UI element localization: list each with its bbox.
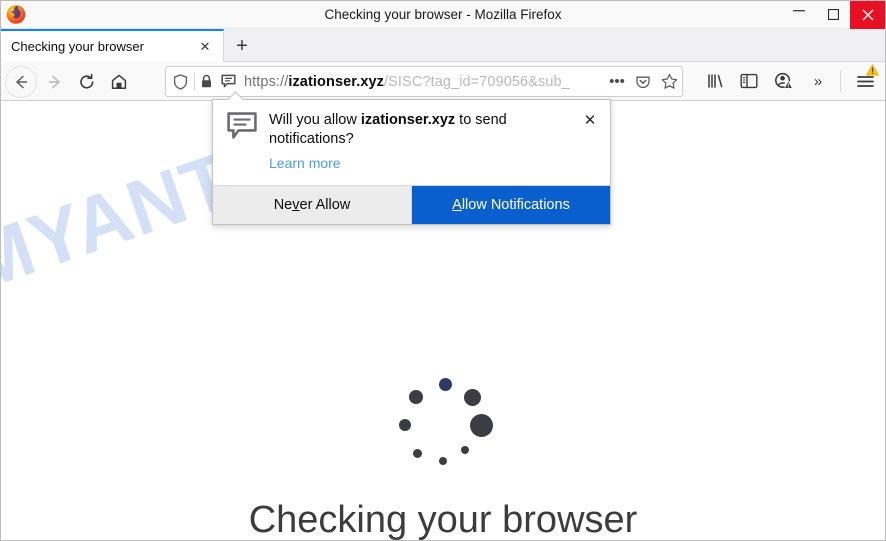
home-button[interactable] — [106, 69, 132, 95]
back-button[interactable] — [8, 69, 34, 95]
spinner-dot-7 — [409, 390, 423, 404]
popup-action-buttons: Ne v er Allow Allow Notifications — [213, 185, 610, 224]
shield-icon[interactable] — [166, 67, 194, 96]
url-domain: izationser.xyz — [288, 73, 385, 90]
popup-body: Will you allow izationser.xyz to send no… — [213, 100, 610, 185]
url-scheme: https:// — [244, 73, 289, 90]
never-allow-suffix: er Allow — [299, 197, 351, 213]
never-allow-prefix: Ne — [273, 197, 293, 213]
warning-triangle-icon — [865, 63, 880, 76]
tab-checking-your-browser[interactable]: Checking your browser ✕ — [0, 29, 224, 62]
account-warning-icon[interactable] — [770, 68, 796, 94]
tab-close-icon[interactable]: ✕ — [196, 38, 214, 56]
chat-bubble-icon — [227, 112, 257, 140]
overflow-menu-button[interactable]: » — [805, 68, 831, 94]
spinner-dot-6 — [399, 419, 411, 431]
library-icon[interactable] — [703, 68, 729, 94]
allow-notifications-button[interactable]: Allow Notifications — [412, 186, 610, 224]
spinner-dot-1 — [463, 388, 481, 406]
notification-permission-popup: Will you allow izationser.xyz to send no… — [212, 99, 611, 225]
sidebar-icon[interactable] — [736, 68, 762, 94]
question-prefix: Will you allow — [269, 112, 361, 128]
spinner-dot-3 — [461, 446, 469, 454]
reload-button[interactable] — [74, 69, 100, 95]
window-controls — [782, 0, 886, 29]
spinner-dot-0 — [438, 377, 452, 391]
allow-suffix: llow Notifications — [461, 197, 570, 213]
allow-accel: A — [452, 197, 462, 213]
spinner-dot-5 — [412, 448, 422, 458]
page-headline: Checking your browser — [248, 499, 638, 541]
url-path: /SISC?tag_id=709056&sub_ — [384, 73, 570, 90]
question-domain: izationser.xyz — [360, 112, 456, 128]
new-tab-button[interactable]: + — [228, 33, 256, 59]
popup-arrow — [228, 91, 244, 100]
popup-question-text: Will you allow izationser.xyz to send no… — [269, 111, 549, 149]
url-text[interactable]: https://izationser.xyz/SISC?tag_id=70905… — [239, 74, 604, 90]
firefox-browser-window: Checking your browser - Mozilla Firefox … — [0, 0, 886, 541]
loading-spinner-icon — [393, 373, 493, 468]
spinner-dot-2 — [469, 413, 493, 437]
minimize-button[interactable] — [782, 0, 816, 29]
title-bar: Checking your browser - Mozilla Firefox — [0, 0, 886, 29]
pocket-icon[interactable] — [630, 67, 656, 96]
window-title: Checking your browser - Mozilla Firefox — [324, 7, 562, 22]
popup-close-icon[interactable]: ✕ — [580, 110, 600, 130]
maximize-button[interactable] — [816, 0, 850, 29]
padlock-icon[interactable] — [195, 67, 217, 96]
never-allow-accel: v — [292, 197, 300, 213]
never-allow-button[interactable]: Ne v er Allow — [213, 186, 412, 224]
spinner-dot-4 — [439, 457, 447, 465]
tab-strip: Checking your browser ✕ + — [0, 29, 886, 62]
page-actions-button[interactable]: ••• — [604, 67, 630, 96]
close-button[interactable] — [850, 0, 886, 29]
forward-button[interactable] — [42, 69, 68, 95]
tab-label: Checking your browser — [11, 39, 144, 54]
learn-more-link[interactable]: Learn more — [269, 155, 341, 171]
toolbar-divider — [840, 70, 841, 92]
star-icon[interactable] — [656, 67, 682, 96]
